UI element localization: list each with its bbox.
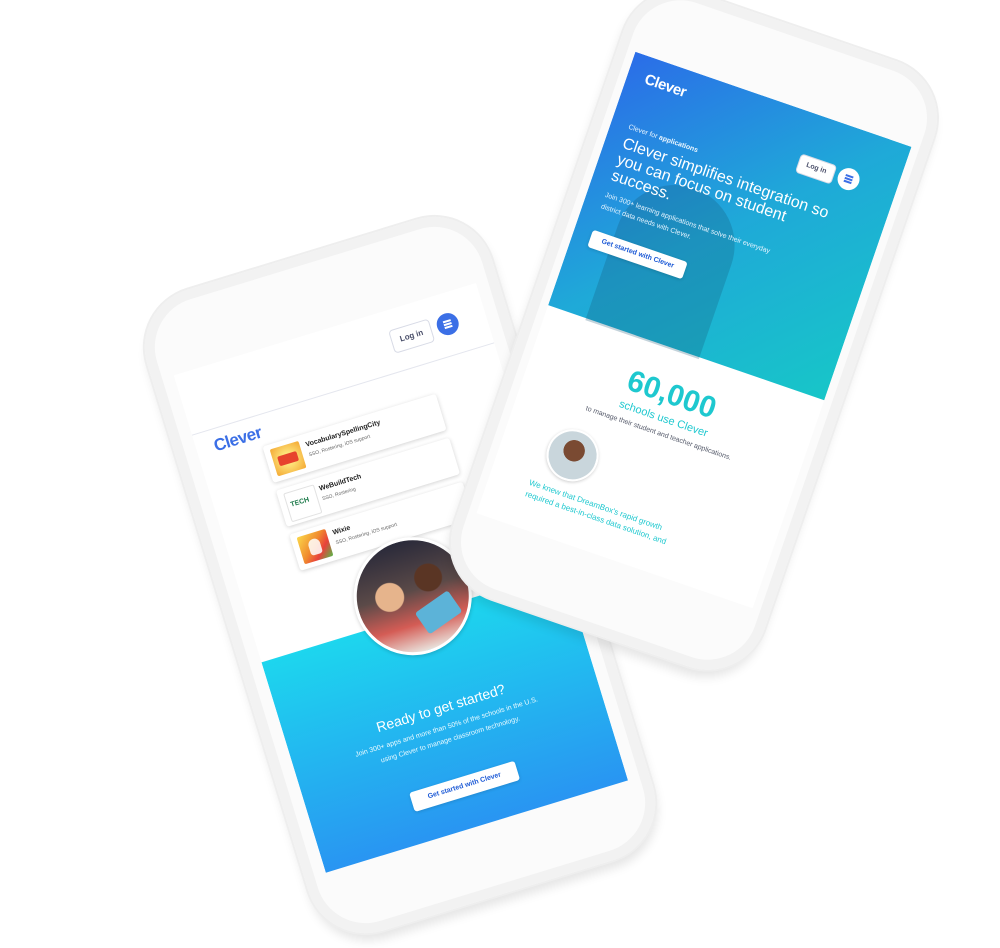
menu-button[interactable] bbox=[433, 310, 462, 338]
webuildtech-logo: TECH bbox=[283, 484, 323, 523]
tablet-icon bbox=[414, 590, 463, 635]
testimonial-avatar bbox=[539, 422, 606, 489]
wixie-logo bbox=[296, 528, 334, 565]
right-phone-screen: Clever Log in Clever for applications Cl… bbox=[476, 51, 912, 609]
get-started-button[interactable]: Get started with Clever bbox=[409, 760, 521, 812]
hero-section bbox=[548, 51, 912, 401]
clever-logo[interactable]: Clever bbox=[211, 423, 264, 456]
hamburger-icon bbox=[442, 318, 453, 330]
hamburger-icon bbox=[843, 173, 854, 186]
login-button[interactable]: Log in bbox=[388, 318, 436, 354]
app-name: Wixie bbox=[331, 524, 352, 537]
testimonial-quote: We knew that DreamBox's rapid growth req… bbox=[524, 477, 668, 547]
vocabulary-spelling-city-logo bbox=[269, 440, 307, 477]
